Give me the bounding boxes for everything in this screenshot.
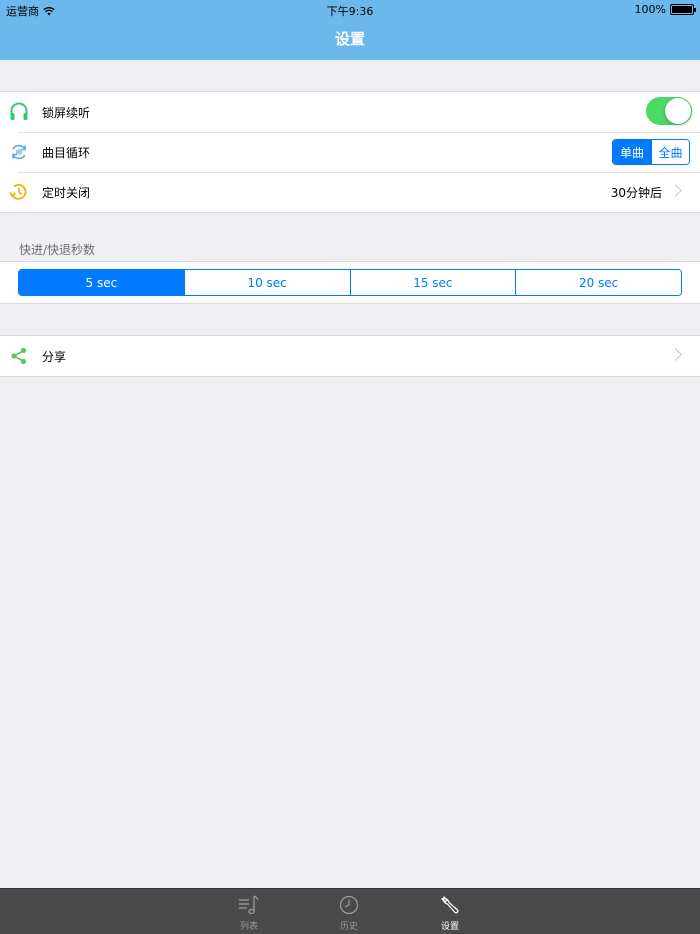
share-icon (11, 347, 27, 365)
tab-bar: 列表 历史 设置 (0, 888, 700, 934)
wrench-icon (441, 896, 459, 914)
seek-option-20[interactable]: 20 sec (515, 270, 681, 295)
seek-interval-segmented: 5 sec 10 sec 15 sec 20 sec (18, 269, 682, 296)
loop-icon (12, 144, 26, 160)
chevron-right-icon (669, 184, 682, 197)
status-bar: 运营商 下午9:36 100% (0, 0, 700, 20)
sleep-timer-label: 定时关闭 (42, 185, 91, 200)
toggle-knob (665, 98, 691, 124)
loop-row: 曲目循环 单曲 全曲 (0, 132, 700, 172)
tab-settings-label: 设置 (440, 922, 459, 932)
chevron-right-icon (669, 348, 682, 361)
battery-percent: 100% (634, 3, 666, 16)
lock-screen-toggle[interactable] (646, 97, 692, 125)
loop-all-option[interactable]: 全曲 (651, 140, 689, 164)
clock-icon (339, 895, 359, 915)
sleep-timer-row[interactable]: 定时关闭 30分钟后 (0, 172, 700, 212)
tab-settings[interactable]: 设置 (420, 893, 480, 932)
headphones-icon (10, 102, 28, 120)
loop-mode-segmented: 单曲 全曲 (612, 139, 690, 165)
music-list-icon (239, 895, 259, 915)
timer-icon (9, 184, 27, 200)
share-label: 分享 (42, 349, 67, 364)
sleep-timer-value: 30分钟后 (610, 185, 662, 200)
settings-group: 锁屏续听 曲目循环 单曲 全曲 定时关闭 30分钟后 (0, 91, 700, 213)
status-time: 下午9:36 (326, 5, 374, 18)
page-title: 设置 (334, 30, 365, 48)
share-group: 分享 (0, 335, 700, 377)
share-row[interactable]: 分享 (0, 336, 700, 376)
loop-label: 曲目循环 (42, 145, 91, 160)
seek-section-header: 快进/快退秒数 (19, 243, 96, 257)
seek-option-10[interactable]: 10 sec (183, 270, 350, 295)
tab-history[interactable]: 历史 (319, 893, 379, 932)
loop-single-option[interactable]: 单曲 (613, 140, 651, 164)
navigation-bar: 运营商 下午9:36 100% 设置 (0, 0, 700, 60)
lock-screen-row: 锁屏续听 (0, 92, 700, 132)
tab-history-label: 历史 (339, 922, 358, 932)
tab-list[interactable]: 列表 (219, 893, 279, 932)
battery-icon (670, 4, 696, 15)
lock-screen-label: 锁屏续听 (42, 105, 91, 120)
battery-info: 100% (634, 3, 696, 16)
tab-list-label: 列表 (239, 922, 258, 932)
seek-option-15[interactable]: 15 sec (349, 270, 516, 295)
seek-option-5[interactable]: 5 sec (19, 270, 184, 295)
